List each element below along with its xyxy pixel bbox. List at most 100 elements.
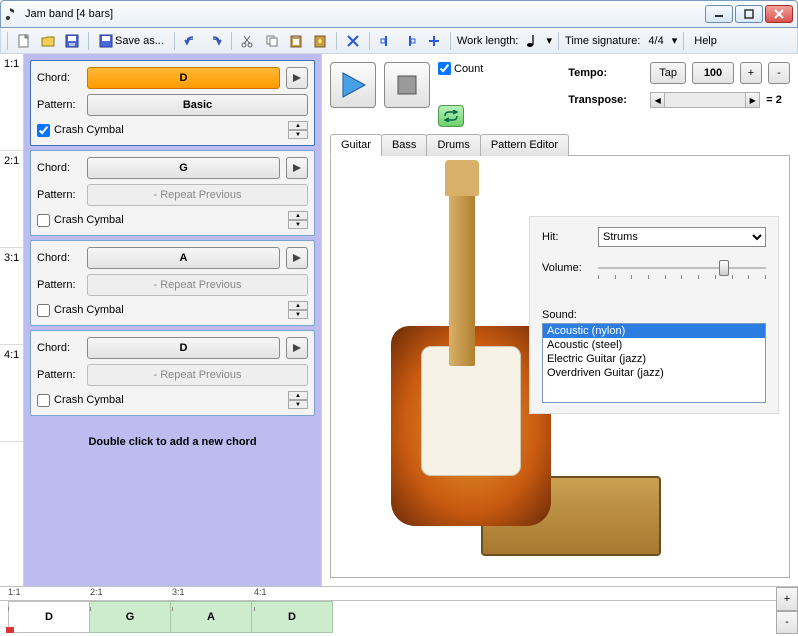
pattern-button[interactable]: - Repeat Previous [87, 274, 308, 296]
help-link[interactable]: Help [690, 35, 721, 47]
worklength-label: Work length: [457, 35, 519, 47]
instrument-tabs: Guitar Bass Drums Pattern Editor [330, 133, 790, 156]
tab-pattern-editor[interactable]: Pattern Editor [480, 134, 569, 156]
open-file-icon[interactable] [38, 31, 58, 51]
timeline-bar[interactable]: D [251, 601, 333, 633]
timesig-label: Time signature: [565, 35, 640, 47]
crash-label: Crash Cymbal [54, 394, 124, 406]
crash-checkbox[interactable] [37, 394, 50, 407]
insert-before-icon[interactable] [376, 31, 396, 51]
count-label: Count [454, 63, 483, 75]
chord-card[interactable]: Chord: A Pattern: - Repeat Previous Cras… [30, 240, 315, 326]
playhead-marker [6, 627, 14, 633]
bar-num: 2:1 [0, 151, 23, 248]
stop-button[interactable] [384, 62, 430, 108]
add-chord-area[interactable]: Double click to add a new chord [30, 420, 315, 464]
chord-list: Chord: D Pattern: Basic Crash Cymbal ▲▼ … [24, 54, 321, 586]
save-as-label: Save as... [115, 35, 164, 47]
chord-label: Chord: [37, 252, 81, 264]
crash-stepper[interactable]: ▲▼ [288, 391, 308, 409]
play-chord-button[interactable] [286, 337, 308, 359]
chord-button[interactable]: D [87, 337, 280, 359]
chord-card[interactable]: Chord: D Pattern: Basic Crash Cymbal ▲▼ [30, 60, 315, 146]
tab-guitar[interactable]: Guitar [330, 134, 382, 156]
cut-icon[interactable] [238, 31, 258, 51]
bar-num: 4:1 [0, 345, 23, 442]
tab-body-guitar: Hit: Strums Volume: Sound: Acous [330, 156, 790, 578]
transpose-right-arrow[interactable]: ▶ [745, 93, 759, 107]
sound-item[interactable]: Acoustic (steel) [543, 338, 765, 352]
chord-card[interactable]: Chord: D Pattern: - Repeat Previous Cras… [30, 330, 315, 416]
chord-button[interactable]: G [87, 157, 280, 179]
play-chord-button[interactable] [286, 247, 308, 269]
copy-icon[interactable] [262, 31, 282, 51]
minimize-button[interactable] [705, 5, 733, 23]
pattern-label: Pattern: [37, 279, 81, 291]
redo-icon[interactable] [205, 31, 225, 51]
maximize-button[interactable] [735, 5, 763, 23]
pattern-button[interactable]: - Repeat Previous [87, 184, 308, 206]
tempo-plus-button[interactable]: + [740, 62, 762, 84]
ruler-mark: 1:1 [8, 587, 21, 597]
crash-checkbox[interactable] [37, 124, 50, 137]
play-chord-button[interactable] [286, 157, 308, 179]
timeline-bar[interactable]: A [170, 601, 252, 633]
bar-num: 3:1 [0, 248, 23, 345]
crash-stepper[interactable]: ▲▼ [288, 301, 308, 319]
timesig-value[interactable]: 4/4 [644, 35, 667, 47]
crash-checkbox[interactable] [37, 304, 50, 317]
timeline-ruler: 1:1 2:1 3:1 4:1 [0, 587, 776, 601]
chord-button[interactable]: A [87, 247, 280, 269]
tab-bass[interactable]: Bass [381, 134, 427, 156]
crash-stepper[interactable]: ▲▼ [288, 211, 308, 229]
chord-button[interactable]: D [87, 67, 280, 89]
note-dropdown-icon[interactable]: ▾ [546, 34, 552, 47]
volume-slider[interactable] [598, 257, 766, 279]
tab-drums[interactable]: Drums [426, 134, 480, 156]
pattern-button[interactable]: Basic [87, 94, 308, 116]
play-button[interactable] [330, 62, 376, 108]
tempo-value[interactable]: 100 [692, 62, 734, 84]
delete-icon[interactable] [343, 31, 363, 51]
timeline-zoom-in[interactable]: + [776, 587, 798, 611]
transpose-label: Transpose: [568, 94, 644, 106]
guitar-settings-panel: Hit: Strums Volume: Sound: Acous [529, 216, 779, 414]
tap-button[interactable]: Tap [650, 62, 686, 84]
count-checkbox[interactable] [438, 62, 451, 75]
save-as-button[interactable]: Save as... [95, 34, 168, 48]
sound-item[interactable]: Overdriven Guitar (jazz) [543, 366, 765, 380]
chord-card[interactable]: Chord: G Pattern: - Repeat Previous Cras… [30, 150, 315, 236]
paste-icon[interactable] [286, 31, 306, 51]
new-file-icon[interactable] [14, 31, 34, 51]
pattern-button[interactable]: - Repeat Previous [87, 364, 308, 386]
crash-stepper[interactable]: ▲▼ [288, 121, 308, 139]
crash-checkbox[interactable] [37, 214, 50, 227]
timeline[interactable]: 1:1 2:1 3:1 4:1 D G A D [0, 587, 776, 634]
add-icon[interactable] [424, 31, 444, 51]
timeline-zoom-out[interactable]: - [776, 611, 798, 635]
insert-after-icon[interactable] [400, 31, 420, 51]
timesig-dropdown-icon[interactable]: ▾ [672, 34, 678, 47]
timeline-bar[interactable]: D [8, 601, 90, 633]
transpose-slider[interactable]: ◀ ▶ [650, 92, 760, 108]
chord-label: Chord: [37, 162, 81, 174]
save-icon[interactable] [62, 31, 82, 51]
sound-list[interactable]: Acoustic (nylon) Acoustic (steel) Electr… [542, 323, 766, 403]
sound-item[interactable]: Electric Guitar (jazz) [543, 352, 765, 366]
titlebar: Jam band [4 bars] [0, 0, 798, 28]
tempo-minus-button[interactable]: - [768, 62, 790, 84]
sound-label: Sound: [542, 309, 766, 321]
paste-special-icon[interactable] [310, 31, 330, 51]
close-button[interactable] [765, 5, 793, 23]
tempo-label: Tempo: [568, 67, 644, 79]
hit-select[interactable]: Strums [598, 227, 766, 247]
undo-icon[interactable] [181, 31, 201, 51]
chord-label: Chord: [37, 342, 81, 354]
timeline-bar[interactable]: G [89, 601, 171, 633]
toolbar: Save as... Work length: ▾ Time signature… [0, 28, 798, 54]
sound-item[interactable]: Acoustic (nylon) [543, 324, 765, 338]
transpose-left-arrow[interactable]: ◀ [651, 93, 665, 107]
note-icon[interactable] [522, 31, 542, 51]
loop-button[interactable] [438, 105, 464, 127]
play-chord-button[interactable] [286, 67, 308, 89]
